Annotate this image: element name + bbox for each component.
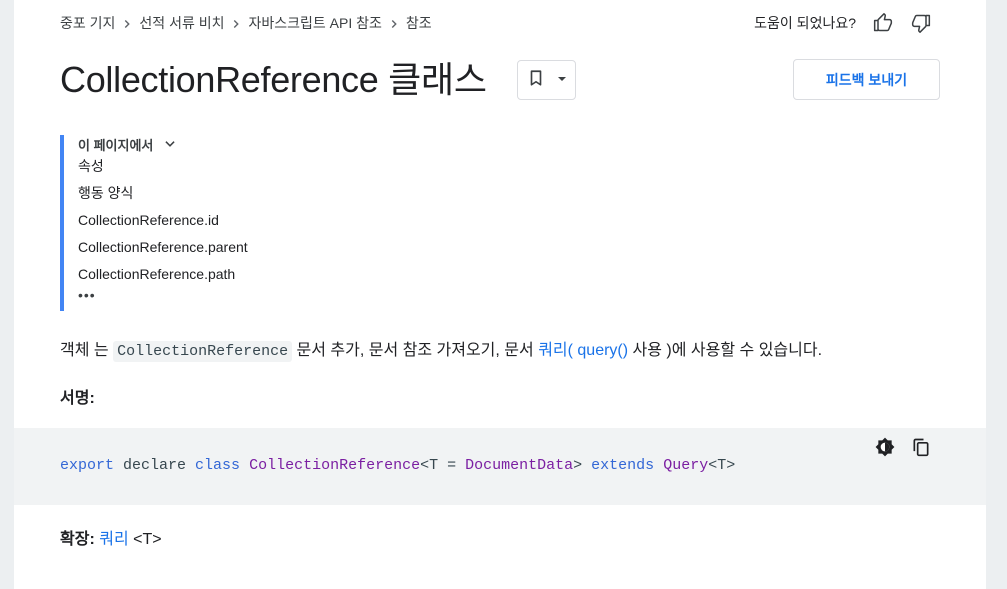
bookmark-button[interactable] (517, 60, 576, 100)
toc-heading: 이 페이지에서 (78, 137, 154, 153)
chevron-down-icon (163, 137, 177, 151)
bookmark-icon (527, 68, 545, 93)
breadcrumb: 중포 기지 선적 서류 비치 자바스크립트 API 참조 참조 (60, 13, 432, 33)
inline-code: CollectionReference (113, 341, 293, 362)
doc-page: 중포 기지 선적 서류 비치 자바스크립트 API 참조 참조 도움이 되었나요… (14, 0, 986, 589)
copy-icon[interactable] (910, 436, 932, 458)
class-description: 객체 는 CollectionReference 문서 추가, 문서 참조 가져… (60, 341, 823, 362)
chevron-right-icon (382, 15, 406, 31)
code-block: export declare class CollectionReference… (14, 428, 986, 505)
query-link[interactable]: 쿼리( query() (538, 342, 628, 359)
breadcrumb-item[interactable]: 중포 기지 (60, 13, 115, 33)
query-class-link[interactable]: 쿼리 (99, 531, 128, 548)
toc-more-button[interactable]: ••• (78, 288, 480, 308)
dark-theme-icon[interactable] (874, 436, 896, 458)
breadcrumb-item[interactable]: 참조 (406, 13, 432, 33)
on-this-page-nav: 이 페이지에서 속성 행동 양식 CollectionReference.id … (60, 135, 480, 311)
chevron-right-icon (224, 15, 248, 31)
toc-item[interactable]: 속성 (78, 153, 480, 180)
code-tools (860, 436, 932, 458)
extends-label: 확장: (60, 531, 95, 548)
signature-heading: 서명: (60, 390, 95, 407)
toc-item[interactable]: CollectionReference.parent (78, 234, 480, 261)
toc-toggle[interactable]: 이 페이지에서 (78, 135, 480, 153)
thumb-down-icon[interactable] (910, 12, 932, 34)
caret-down-icon (557, 71, 567, 89)
helpful-question: 도움이 되었나요? (754, 15, 856, 31)
breadcrumb-item[interactable]: 자바스크립트 API 참조 (248, 13, 381, 33)
signature-code: export declare class CollectionReference… (60, 457, 736, 474)
toc-item[interactable]: CollectionReference.path (78, 261, 480, 288)
breadcrumb-item[interactable]: 선적 서류 비치 (139, 13, 224, 33)
chevron-right-icon (115, 15, 139, 31)
page-title: CollectionReference 클래스 (60, 59, 487, 100)
toc-item[interactable]: CollectionReference.id (78, 207, 480, 234)
thumb-up-icon[interactable] (872, 12, 894, 34)
helpful-feedback: 도움이 되었나요? (754, 11, 932, 35)
send-feedback-button[interactable]: 피드백 보내기 (793, 59, 940, 100)
toc-item[interactable]: 행동 양식 (78, 180, 480, 207)
extends-line: 확장: 쿼리 <T> (60, 531, 162, 548)
